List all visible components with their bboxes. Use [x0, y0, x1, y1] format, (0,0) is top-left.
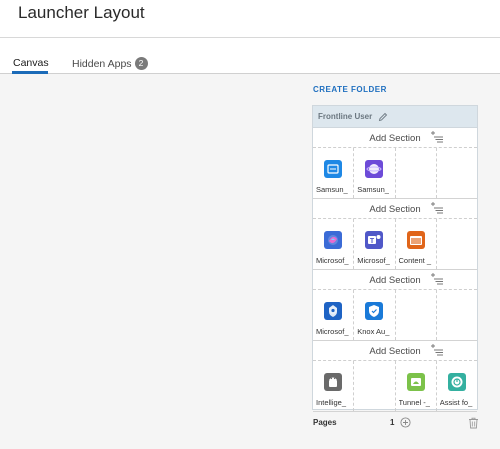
folder-name: Frontline User [318, 112, 373, 121]
app-name: Assist fo_ [439, 398, 473, 407]
tab-hidden-apps[interactable]: Hidden Apps 2 [72, 57, 148, 70]
empty-slot [437, 290, 477, 340]
launcher-section: Add Section Intellige_ Tunnel -_ Assist fo_ [313, 341, 477, 412]
launcher-section: Add Section Microsof_ T Microsof_ Content _ [313, 199, 477, 270]
empty-slot [396, 148, 437, 198]
assist-icon [447, 373, 466, 391]
add-section-button[interactable]: Add Section [369, 204, 420, 215]
app-name: Microsof_ [316, 256, 349, 265]
launcher-section: Add Section Microsof_ Knox Au_ [313, 270, 477, 341]
launcher-section: Add Section Samsun_ Samsun_ [313, 128, 477, 199]
content-folder-icon [406, 231, 425, 249]
section-header: Add Section [313, 128, 477, 148]
app-name: Content _ [398, 256, 432, 265]
add-sort-icon[interactable] [430, 272, 444, 286]
trash-icon[interactable] [468, 417, 479, 429]
pages-label: Pages [313, 418, 337, 427]
app-slot-row: Samsun_ Samsun_ [313, 148, 477, 198]
app-tile[interactable]: Knox Au_ [354, 290, 396, 340]
section-header: Add Section [313, 341, 477, 361]
app-tile[interactable]: Intellige_ [313, 361, 355, 411]
app-name: Tunnel -_ [398, 398, 430, 407]
tunnel-icon [406, 373, 425, 391]
add-sort-icon[interactable] [430, 343, 444, 357]
tab-canvas[interactable]: Canvas [13, 57, 49, 69]
section-header: Add Section [313, 270, 477, 290]
empty-slot [396, 290, 437, 340]
app-slot-row: Microsof_ T Microsof_ Content _ [313, 219, 477, 269]
hidden-apps-count-badge: 2 [134, 57, 148, 70]
app-name: Samsun_ [357, 185, 389, 194]
add-section-button[interactable]: Add Section [369, 133, 420, 144]
app-tile[interactable]: Microsof_ [313, 290, 355, 340]
page-header: Launcher Layout [0, 0, 500, 38]
current-page-number: 1 [390, 418, 395, 427]
active-tab-indicator [12, 71, 48, 74]
add-sort-icon[interactable] [430, 130, 444, 144]
empty-slot [354, 361, 396, 411]
samsung-dex-icon [324, 160, 343, 178]
folder-header: Frontline User [313, 106, 477, 128]
microsoft-authenticator-icon [324, 302, 343, 320]
section-header: Add Section [313, 199, 477, 219]
launcher-folder-panel: Frontline User Add Section Samsun_ Samsun_… [312, 105, 478, 412]
app-tile[interactable]: Samsun_ [354, 148, 396, 198]
add-section-button[interactable]: Add Section [369, 346, 420, 357]
app-name: Intellige_ [316, 398, 347, 407]
tab-bar: Canvas Hidden Apps 2 [0, 38, 500, 74]
create-folder-link[interactable]: CREATE FOLDER [313, 85, 387, 94]
add-section-button[interactable]: Add Section [369, 275, 420, 286]
app-tile[interactable]: Samsun_ [313, 148, 355, 198]
app-name: Microsof_ [316, 327, 349, 336]
app-tile[interactable]: Tunnel -_ [396, 361, 437, 411]
app-tile[interactable]: Microsof_ [313, 219, 355, 269]
android-icon [324, 373, 343, 391]
add-page-icon[interactable] [400, 417, 411, 428]
app-tile[interactable]: T Microsof_ [354, 219, 396, 269]
tab-hidden-apps-label: Hidden Apps [72, 58, 132, 70]
microsoft-copilot-icon [324, 231, 343, 249]
knox-shield-icon [365, 302, 384, 320]
app-tile[interactable]: Content _ [396, 219, 437, 269]
svg-text:T: T [370, 238, 375, 245]
tab-canvas-label: Canvas [13, 57, 49, 69]
app-name: Samsun_ [316, 185, 348, 194]
add-sort-icon[interactable] [430, 201, 444, 215]
empty-slot [437, 219, 477, 269]
app-name: Microsof_ [357, 256, 390, 265]
samsung-internet-icon [365, 160, 384, 178]
app-name: Knox Au_ [357, 327, 390, 336]
empty-slot [437, 148, 477, 198]
page-title: Launcher Layout [18, 3, 145, 22]
microsoft-teams-icon: T [365, 231, 384, 249]
pages-row: Pages 1 [313, 417, 479, 432]
pencil-icon[interactable] [378, 112, 388, 122]
app-tile[interactable]: Assist fo_ [437, 361, 477, 411]
app-slot-row: Microsof_ Knox Au_ [313, 290, 477, 340]
app-slot-row: Intellige_ Tunnel -_ Assist fo_ [313, 361, 477, 411]
